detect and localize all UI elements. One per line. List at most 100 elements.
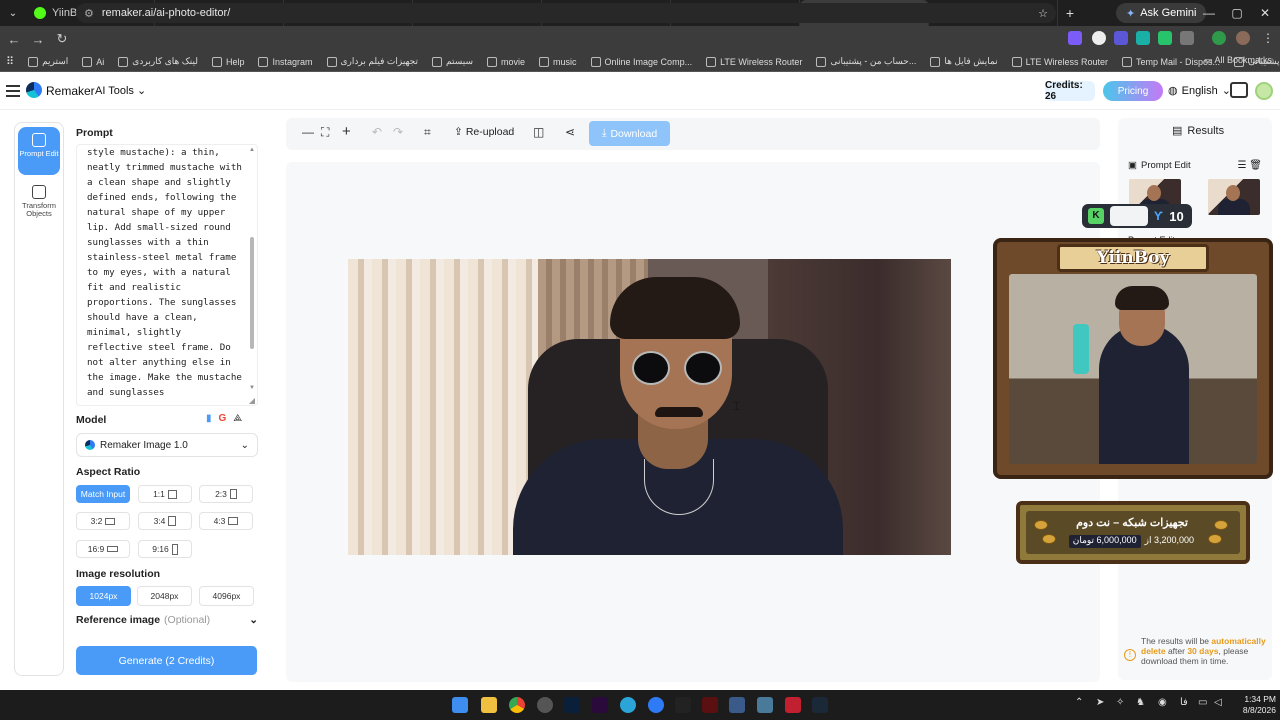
bookmark-item[interactable]: Help xyxy=(211,56,244,67)
app-icon[interactable] xyxy=(757,697,773,713)
aspect-ratio-option[interactable]: 1:1 xyxy=(138,485,192,503)
reload-icon[interactable]: ↻ xyxy=(50,31,74,47)
new-tab-button[interactable]: + xyxy=(1058,5,1082,21)
chrome-icon[interactable] xyxy=(509,697,525,713)
aspect-ratio-option[interactable]: 16:9 xyxy=(76,540,130,558)
tab-search-chevron-icon[interactable]: ⌄ xyxy=(0,0,26,26)
extensions-puzzle-icon[interactable] xyxy=(1180,31,1194,45)
browser-menu-icon[interactable]: ⋮ xyxy=(1262,31,1274,45)
steam-icon[interactable] xyxy=(812,697,828,713)
maximize-icon[interactable]: ▢ xyxy=(1222,0,1252,26)
generate-button[interactable]: Generate (2 Credits) xyxy=(76,646,257,675)
reference-image-section[interactable]: Reference image (Optional) ⌄ xyxy=(76,614,258,626)
tray-app-icon[interactable]: ♞ xyxy=(1136,697,1145,708)
windows-start-icon[interactable] xyxy=(452,697,468,713)
bookmark-item[interactable]: music xyxy=(539,56,577,67)
system-clock[interactable]: 1:34 PM 8/8/2026 xyxy=(1232,694,1276,716)
bookmark-item[interactable]: لینک های کاربردی xyxy=(118,56,198,67)
app-icon[interactable] xyxy=(648,697,664,713)
url-field[interactable]: ⚙ remaker.ai/ai-photo-editor/ ☆ xyxy=(76,3,1056,23)
site-info-icon[interactable]: ⚙ xyxy=(84,7,94,20)
app-icon[interactable] xyxy=(785,697,801,713)
aspect-ratio-option[interactable]: 9:16 xyxy=(138,540,192,558)
forward-icon[interactable]: → xyxy=(26,32,50,47)
prompt-textarea[interactable]: style mustache): a thin, neatly trimmed … xyxy=(76,144,258,406)
bookmark-item[interactable]: movie xyxy=(487,56,525,67)
ai-tools-menu[interactable]: AI Tools ⌄ xyxy=(95,84,146,97)
user-avatar[interactable] xyxy=(1255,82,1273,100)
close-window-icon[interactable]: ✕ xyxy=(1250,0,1280,26)
bookmark-item[interactable]: Ai xyxy=(82,56,104,67)
share-icon[interactable]: ⋖ xyxy=(565,125,575,139)
bookmark-item[interactable]: LTE Wireless Router xyxy=(1011,56,1108,67)
telegram-icon[interactable] xyxy=(620,697,636,713)
resolution-option[interactable]: 4096px xyxy=(199,586,254,606)
redo-icon[interactable]: ↷ xyxy=(393,125,403,139)
aspect-ratio-option[interactable]: 3:2 xyxy=(76,512,130,530)
apps-grid-icon[interactable]: ⠿ xyxy=(6,55,14,68)
crop-icon[interactable]: ⌗ xyxy=(424,125,431,140)
transform-objects-tool[interactable]: Transform Objects xyxy=(18,179,60,227)
language-selector[interactable]: ◍ English ⌄ xyxy=(1168,84,1231,98)
zoom-in-icon[interactable]: + xyxy=(342,123,351,140)
bookmark-item[interactable]: نمایش فایل ها xyxy=(930,56,998,67)
extension-icon[interactable] xyxy=(1158,31,1172,45)
compare-icon[interactable]: ◫ xyxy=(533,125,544,139)
fullscreen-icon[interactable]: ⛶ xyxy=(321,125,329,140)
aspect-ratio-option[interactable]: Match Input xyxy=(76,485,130,503)
resolution-option[interactable]: 1024px xyxy=(76,586,131,606)
scroll-up-icon[interactable]: ▲ xyxy=(249,147,255,153)
remaker-logo[interactable] xyxy=(26,82,42,98)
minimize-icon[interactable]: — xyxy=(1194,0,1224,26)
undo-icon[interactable]: ↶ xyxy=(372,125,382,139)
pricing-button[interactable]: Pricing xyxy=(1103,81,1163,101)
extension-icon[interactable] xyxy=(1092,31,1106,45)
all-bookmarks-button[interactable]: ▭ All Bookmarks xyxy=(1204,55,1272,66)
bookmark-item[interactable]: Online Image Comp... xyxy=(590,56,692,67)
feedback-chat-icon[interactable] xyxy=(1230,82,1248,98)
prompt-scrollbar[interactable] xyxy=(250,237,254,349)
bookmark-item[interactable]: LTE Wireless Router xyxy=(706,56,802,67)
file-explorer-icon[interactable] xyxy=(481,697,497,713)
tray-app-icon[interactable]: ✧ xyxy=(1116,697,1124,708)
zoom-out-icon[interactable]: — xyxy=(302,125,314,139)
resize-handle-icon[interactable]: ◢ xyxy=(249,396,255,405)
bookmark-item[interactable]: استریم xyxy=(28,56,68,67)
result-thumbnail[interactable] xyxy=(1208,179,1260,215)
premiere-icon[interactable] xyxy=(592,697,608,713)
brand-name[interactable]: Remaker xyxy=(46,84,95,98)
download-button[interactable]: ⤓ Download xyxy=(589,121,670,146)
bookmark-item[interactable]: تجهیزات فیلم برداری xyxy=(326,56,418,67)
prompt-edit-tool[interactable]: Prompt Edit xyxy=(18,127,60,175)
aspect-ratio-option[interactable]: 2:3 xyxy=(199,485,253,503)
telegram-tray-icon[interactable]: ➤ xyxy=(1096,697,1104,708)
extension-icon[interactable] xyxy=(1114,31,1128,45)
aspect-ratio-option[interactable]: 4:3 xyxy=(199,512,253,530)
bookmark-item[interactable]: حساب من - پشتیبانی... xyxy=(816,56,916,67)
scroll-down-icon[interactable]: ▼ xyxy=(249,385,255,391)
app-icon[interactable] xyxy=(537,697,553,713)
input-language-indicator[interactable]: فا xyxy=(1180,697,1188,708)
steam-tray-icon[interactable]: ◉ xyxy=(1158,697,1167,708)
bookmark-star-icon[interactable]: ☆ xyxy=(1038,7,1048,20)
app-icon[interactable] xyxy=(702,697,718,713)
prompt-text[interactable]: style mustache): a thin, neatly trimmed … xyxy=(77,145,257,400)
volume-icon[interactable]: ◁ xyxy=(1214,697,1222,708)
resolution-option[interactable]: 2048px xyxy=(137,586,192,606)
extension-icon[interactable] xyxy=(1068,31,1082,45)
profile-avatar[interactable] xyxy=(1236,31,1250,45)
details-icon[interactable]: ☰ xyxy=(1238,160,1247,171)
hamburger-menu-icon[interactable] xyxy=(6,85,20,97)
app-icon[interactable] xyxy=(729,697,745,713)
bookmark-item[interactable]: سیستم xyxy=(432,56,473,67)
trash-icon[interactable]: 🗑 xyxy=(1249,160,1262,171)
credits-badge[interactable]: Credits: 26 xyxy=(1045,80,1095,102)
aspect-ratio-option[interactable]: 3:4 xyxy=(138,512,192,530)
network-icon[interactable]: ▭ xyxy=(1198,697,1207,708)
edited-photo[interactable] xyxy=(348,259,951,555)
back-icon[interactable]: ← xyxy=(2,32,26,47)
extension-icon[interactable] xyxy=(1136,31,1150,45)
tray-chevron-icon[interactable]: ⌃ xyxy=(1075,697,1083,708)
ask-gemini-button[interactable]: ✦ Ask Gemini xyxy=(1116,3,1207,23)
bookmark-item[interactable]: Instagram xyxy=(258,56,313,67)
